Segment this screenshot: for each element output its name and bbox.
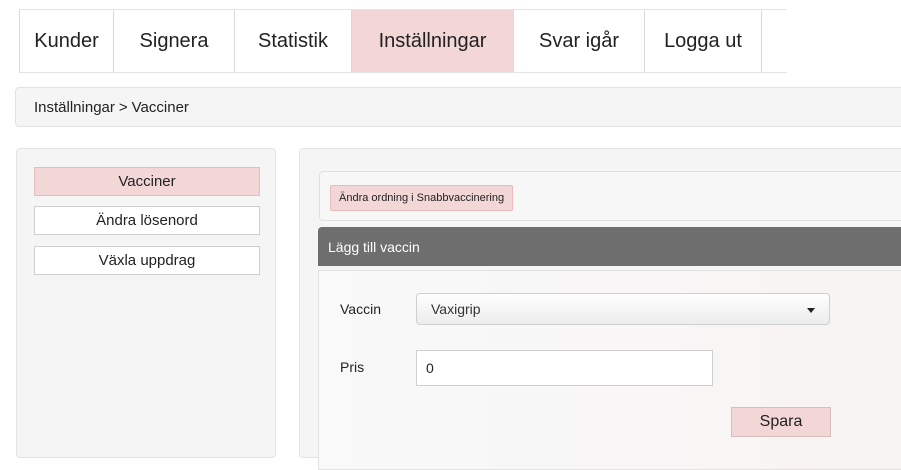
order-well: Ändra ordning i Snabbvaccinering <box>319 171 901 221</box>
change-order-button[interactable]: Ändra ordning i Snabbvaccinering <box>330 185 514 211</box>
add-vaccine-form: Vaccin Vaxigrip Pris Spara <box>318 270 901 470</box>
breadcrumb: Inställningar > Vacciner <box>15 87 901 127</box>
price-label: Pris <box>340 359 365 375</box>
nav-item-svar-igar[interactable]: Svar igår <box>514 10 645 72</box>
nav-item-signera[interactable]: Signera <box>114 10 235 72</box>
vaccine-select[interactable]: Vaxigrip <box>416 293 830 325</box>
breadcrumb-current: Vacciner <box>131 98 189 116</box>
sidebar-item-vaxla-uppdrag[interactable]: Växla uppdrag <box>34 246 260 275</box>
vaccine-settings-panel: Ändra ordning i Snabbvaccinering Lägg ti… <box>299 148 901 470</box>
nav-item-logga-ut[interactable]: Logga ut <box>645 10 762 72</box>
sidebar-item-vacciner[interactable]: Vacciner <box>34 167 260 196</box>
sidebar-item-andra-losenord[interactable]: Ändra lösenord <box>34 206 260 235</box>
vaccine-selected-value: Vaxigrip <box>431 301 481 317</box>
settings-sidebar: Vacciner Ändra lösenord Växla uppdrag <box>16 148 276 458</box>
top-nav: Kunder Signera Statistik Inställningar S… <box>19 9 787 73</box>
breadcrumb-parent[interactable]: Inställningar <box>34 99 115 116</box>
nav-item-installningar[interactable]: Inställningar <box>352 10 514 72</box>
breadcrumb-separator: > <box>118 98 128 116</box>
vaccine-label: Vaccin <box>340 301 381 317</box>
add-vaccine-header: Lägg till vaccin <box>318 227 901 266</box>
nav-item-kunder[interactable]: Kunder <box>19 10 114 72</box>
nav-item-statistik[interactable]: Statistik <box>235 10 352 72</box>
save-button[interactable]: Spara <box>731 407 831 437</box>
caret-down-icon <box>807 308 815 313</box>
price-input[interactable] <box>416 350 713 386</box>
